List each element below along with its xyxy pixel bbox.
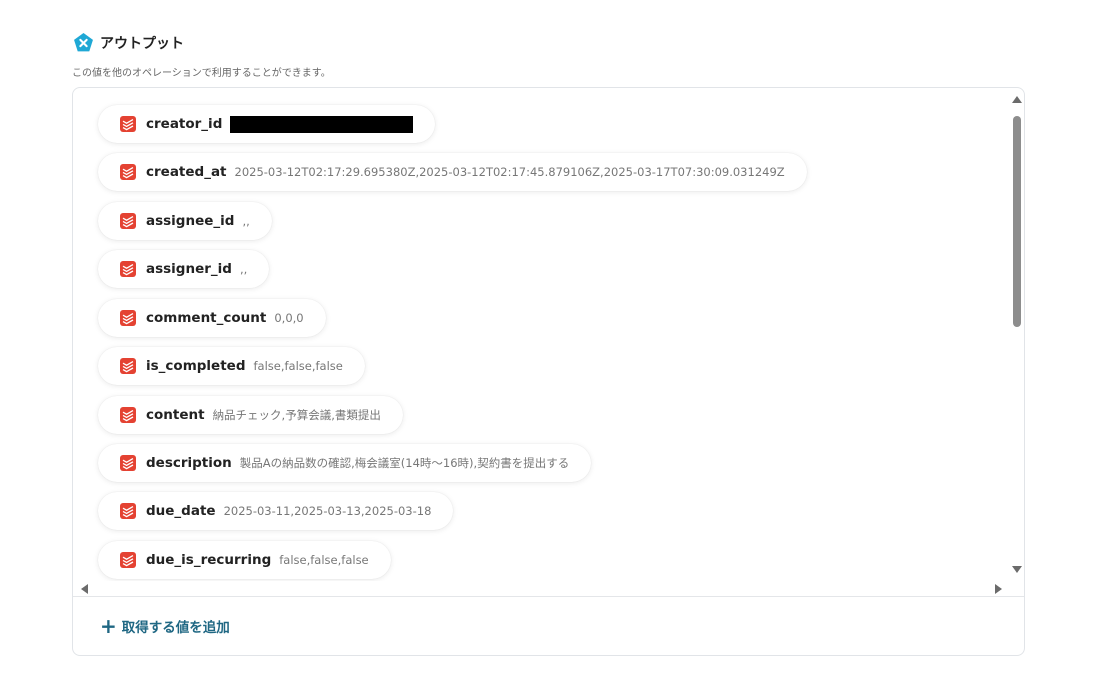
todoist-icon xyxy=(120,213,136,229)
plus-icon: + xyxy=(100,614,117,638)
output-item-name: creator_id xyxy=(146,116,223,132)
redacted-value xyxy=(230,115,414,133)
yoom-operation-icon xyxy=(74,33,93,52)
output-item-value: false,false,false xyxy=(279,553,369,567)
scrollbar-thumb[interactable] xyxy=(1013,116,1021,327)
divider xyxy=(73,596,1024,597)
scroll-left-arrow-icon[interactable] xyxy=(81,584,88,594)
todoist-icon xyxy=(120,261,136,277)
page-title: アウトプット xyxy=(100,35,184,52)
output-item-value: ,, xyxy=(242,214,250,228)
output-item-name: comment_count xyxy=(146,310,267,326)
output-item-assigner-id[interactable]: assigner_id ,, xyxy=(98,250,270,288)
output-item-is-completed[interactable]: is_completed false,false,false xyxy=(98,347,365,385)
output-item-content[interactable]: content 納品チェック,予算会議,書類提出 xyxy=(98,396,403,434)
output-item-value: 2025-03-12T02:17:29.695380Z,2025-03-12T0… xyxy=(234,165,785,179)
vertical-scrollbar[interactable] xyxy=(1010,92,1024,575)
output-item-name: description xyxy=(146,455,232,471)
output-item-name: assigner_id xyxy=(146,261,232,277)
output-item-due-is-recurring[interactable]: due_is_recurring false,false,false xyxy=(98,541,391,579)
output-item-value: 2025-03-11,2025-03-13,2025-03-18 xyxy=(223,504,432,518)
output-item-name: is_completed xyxy=(146,358,246,374)
output-item-comment-count[interactable]: comment_count 0,0,0 xyxy=(98,299,326,337)
todoist-icon xyxy=(120,455,136,471)
todoist-icon xyxy=(120,358,136,374)
todoist-icon xyxy=(120,164,136,180)
output-item-created-at[interactable]: created_at 2025-03-12T02:17:29.695380Z,2… xyxy=(98,153,807,191)
output-list[interactable]: creator_id created_at 2025-03-12T02:17:2… xyxy=(73,88,1008,581)
output-item-name: content xyxy=(146,407,205,423)
output-item-value: false,false,false xyxy=(253,359,343,373)
output-item-description[interactable]: description 製品Aの納品数の確認,梅会議室(14時〜16時),契約書… xyxy=(98,444,592,482)
output-item-name: assignee_id xyxy=(146,213,235,229)
output-item-value: 製品Aの納品数の確認,梅会議室(14時〜16時),契約書を提出する xyxy=(239,456,570,470)
output-panel: creator_id created_at 2025-03-12T02:17:2… xyxy=(72,87,1025,656)
section-description: この値を他のオペレーションで利用することができます。 xyxy=(72,68,331,79)
output-item-name: due_date xyxy=(146,503,216,519)
output-item-value: 0,0,0 xyxy=(274,311,304,325)
add-value-button[interactable]: + 取得する値を追加 xyxy=(100,616,230,636)
section-header: アウトプット xyxy=(73,32,184,53)
output-item-name: due_is_recurring xyxy=(146,552,272,568)
todoist-icon xyxy=(120,503,136,519)
todoist-icon xyxy=(120,116,136,132)
scroll-right-arrow-icon[interactable] xyxy=(995,584,1002,594)
scroll-up-arrow-icon[interactable] xyxy=(1012,96,1022,103)
horizontal-scrollbar[interactable] xyxy=(77,581,1007,595)
output-item-creator-id[interactable]: creator_id xyxy=(98,105,436,143)
output-item-due-date[interactable]: due_date 2025-03-11,2025-03-13,2025-03-1… xyxy=(98,492,454,530)
output-item-value: 納品チェック,予算会議,書類提出 xyxy=(212,408,381,422)
output-item-name: created_at xyxy=(146,164,227,180)
todoist-icon xyxy=(120,407,136,423)
output-item-assignee-id[interactable]: assignee_id ,, xyxy=(98,202,272,240)
scroll-down-arrow-icon[interactable] xyxy=(1012,566,1022,573)
output-item-value: ,, xyxy=(239,262,248,276)
add-value-label: 取得する値を追加 xyxy=(121,620,230,636)
todoist-icon xyxy=(120,310,136,326)
todoist-icon xyxy=(120,552,136,568)
